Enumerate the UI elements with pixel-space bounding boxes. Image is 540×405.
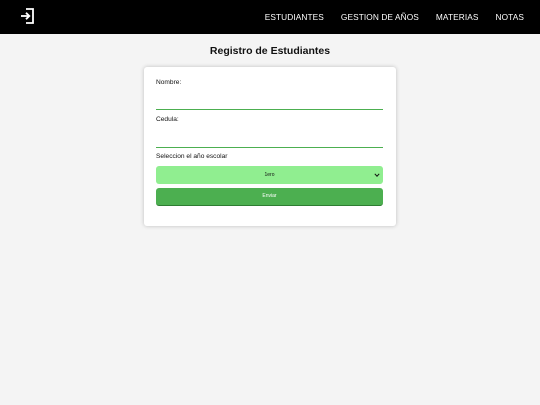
- year-select[interactable]: 1ero: [156, 166, 383, 184]
- nombre-label: Nombre:: [156, 79, 182, 86]
- cedula-input[interactable]: [156, 133, 383, 148]
- nombre-input[interactable]: [156, 95, 383, 110]
- nav-link-materias[interactable]: MATERIAS: [436, 12, 479, 22]
- nav-link-gestion-anos[interactable]: GESTION DE AÑOS: [341, 12, 419, 22]
- page-title: Registro de Estudiantes: [209, 45, 331, 57]
- nav-link-notas[interactable]: NOTAS: [496, 12, 524, 22]
- nav-link-estudiantes[interactable]: ESTUDIANTES: [265, 12, 324, 22]
- cedula-label: Cedula:: [156, 116, 179, 123]
- nav-links: ESTUDIANTES GESTION DE AÑOS MATERIAS NOT…: [265, 0, 524, 34]
- logout-icon[interactable]: [20, 8, 34, 24]
- chevron-down-icon: [374, 173, 380, 177]
- year-select-value: 1ero: [264, 172, 275, 178]
- year-select-label: Seleccion el año escolar: [156, 153, 228, 160]
- top-navbar: ESTUDIANTES GESTION DE AÑOS MATERIAS NOT…: [0, 0, 540, 34]
- submit-button[interactable]: Enviar: [156, 188, 383, 206]
- registration-form-card: Nombre: Cedula: Seleccion el año escolar…: [144, 67, 396, 226]
